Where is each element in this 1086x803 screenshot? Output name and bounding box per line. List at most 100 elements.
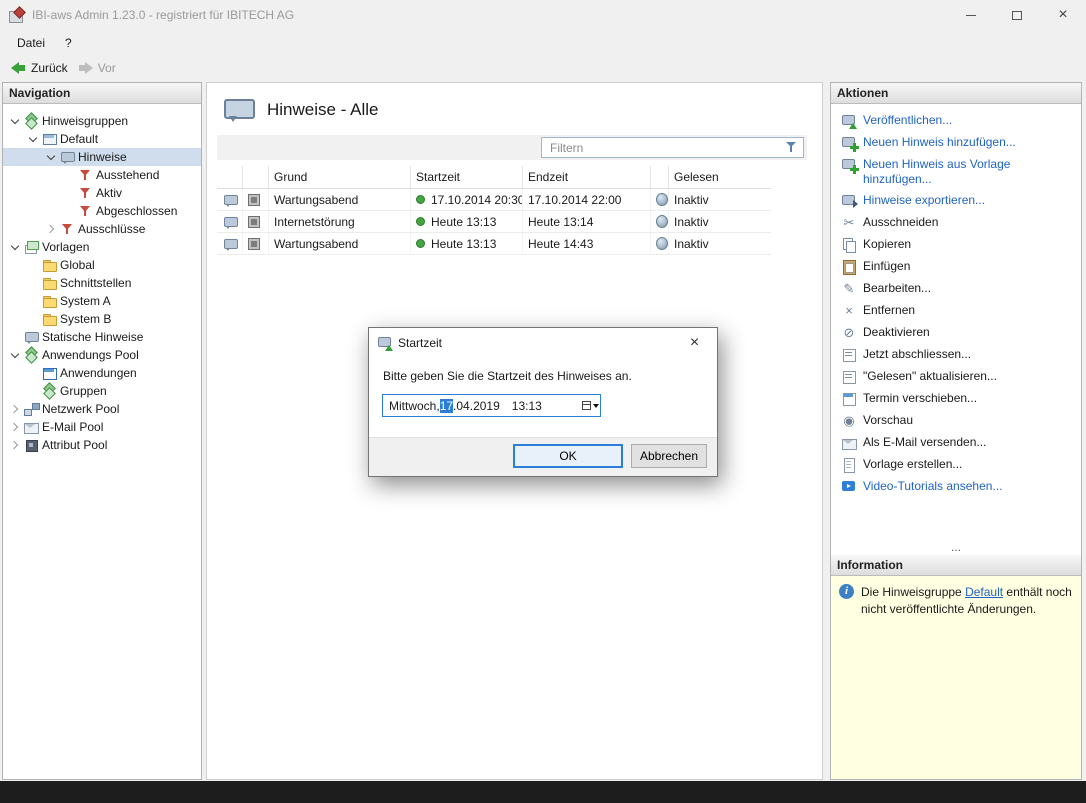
actions-list: Veröffentlichen... Neuen Hinweis hinzufü… <box>831 104 1081 555</box>
filter-funnel-icon[interactable] <box>786 142 798 153</box>
action-video-tutorials[interactable]: Video-Tutorials ansehen... <box>839 476 1075 498</box>
tree-item-label: Netzwerk Pool <box>42 402 119 416</box>
chevron-collapsed-icon[interactable] <box>7 437 23 453</box>
datetime-picker[interactable]: Mittwoch , 17.04.201913:13 <box>382 394 601 417</box>
chevron-expanded-icon[interactable] <box>7 239 23 255</box>
tree-item-abgeschlossen[interactable]: Abgeschlossen <box>3 202 201 220</box>
dialog-message: Bitte geben Sie die Startzeit des Hinwei… <box>369 357 717 383</box>
chevron-collapsed-icon[interactable] <box>7 401 23 417</box>
tree-item-system-a[interactable]: System A <box>3 292 201 310</box>
tree-item-hinweisgruppen[interactable]: Hinweisgruppen <box>3 112 201 130</box>
col-gelesen[interactable]: Gelesen <box>669 166 771 188</box>
col-startzeit[interactable]: Startzeit <box>411 166 523 188</box>
table-row[interactable]: Wartungsabend 17.10.2014 20:30 17.10.201… <box>217 189 771 211</box>
speech-bubble-icon <box>222 192 238 208</box>
tree-item-vorlagen[interactable]: Vorlagen <box>3 238 201 256</box>
row-app-cell <box>243 211 269 232</box>
tree-item-label: Hinweise <box>78 150 127 164</box>
col-endzeit[interactable]: Endzeit <box>523 166 651 188</box>
folder-icon <box>41 311 57 327</box>
actions-overflow[interactable]: ... <box>831 540 1081 554</box>
tree-item-netzwerk-pool[interactable]: Netzwerk Pool <box>3 400 201 418</box>
application-icon <box>248 194 260 206</box>
picker-weekday[interactable]: Mittwoch <box>389 399 436 413</box>
action-reschedule[interactable]: Termin verschieben... <box>839 388 1075 410</box>
picker-date-rest[interactable]: .04.2019 <box>453 399 500 413</box>
gelesen-cell: Inaktiv <box>669 189 771 210</box>
chevron-expanded-icon[interactable] <box>25 131 41 147</box>
gelesen-cell: Inaktiv <box>669 233 771 254</box>
menu-help[interactable]: ? <box>55 32 82 54</box>
tree-item-label: Attribut Pool <box>42 438 107 452</box>
action-cut[interactable]: ✂ Ausschneiden <box>839 212 1075 234</box>
startzeit-text: Heute 13:13 <box>431 237 496 251</box>
tree-item-default[interactable]: Default <box>3 130 201 148</box>
group-icon <box>41 383 57 399</box>
group-icon <box>23 113 39 129</box>
page-title: Hinweise - Alle <box>267 100 379 120</box>
maximize-icon <box>1012 11 1022 20</box>
action-create-template[interactable]: Vorlage erstellen... <box>839 454 1075 476</box>
minimize-button[interactable] <box>948 0 994 30</box>
forward-label: Vor <box>98 61 116 75</box>
tree-item-label: E-Mail Pool <box>42 420 103 434</box>
picker-dropdown-button[interactable] <box>580 395 600 416</box>
info-default-link[interactable]: Default <box>965 585 1003 599</box>
action-update-gelesen[interactable]: "Gelesen" aktualisieren... <box>839 366 1075 388</box>
picker-day-selected[interactable]: 17 <box>440 399 453 413</box>
tree-item-ausstehend[interactable]: Ausstehend <box>3 166 201 184</box>
chevron-expanded-icon[interactable] <box>7 113 23 129</box>
chevron-collapsed-icon[interactable] <box>43 221 59 237</box>
back-button[interactable]: Zurück <box>9 59 76 77</box>
action-label: Entfernen <box>863 303 1073 318</box>
tree-item-ausschluesse[interactable]: Ausschlüsse <box>3 220 201 238</box>
filter-input[interactable] <box>541 137 804 158</box>
forward-button[interactable]: Vor <box>76 59 124 77</box>
tree-item-system-b[interactable]: System B <box>3 310 201 328</box>
chevron-expanded-icon[interactable] <box>43 149 59 165</box>
tree-item-hinweise[interactable]: Hinweise <box>3 148 201 166</box>
action-deactivate[interactable]: ⊘ Deaktivieren <box>839 322 1075 344</box>
action-paste[interactable]: Einfügen <box>839 256 1075 278</box>
action-finish-now[interactable]: Jetzt abschliessen... <box>839 344 1075 366</box>
dialog-title-bar: Startzeit × <box>369 328 717 357</box>
dialog-close-button[interactable]: × <box>672 328 717 357</box>
picker-time[interactable]: 13:13 <box>512 399 542 413</box>
action-preview[interactable]: ◉ Vorschau <box>839 410 1075 432</box>
filter-funnel-icon <box>77 203 93 219</box>
close-button[interactable]: × <box>1040 0 1086 30</box>
tree-item-anwendungen[interactable]: Anwendungen <box>3 364 201 382</box>
ok-button[interactable]: OK <box>513 444 623 468</box>
tree-item-anwendungs-pool[interactable]: Anwendungs Pool <box>3 346 201 364</box>
preview-icon: ◉ <box>841 413 857 429</box>
chevron-collapsed-icon[interactable] <box>7 419 23 435</box>
col-grund[interactable]: Grund <box>269 166 411 188</box>
table-row[interactable]: Internetstörung Heute 13:13 Heute 13:14 … <box>217 211 771 233</box>
cancel-button[interactable]: Abbrechen <box>631 444 707 468</box>
action-remove[interactable]: × Entfernen <box>839 300 1075 322</box>
tree-item-aktiv[interactable]: Aktiv <box>3 184 201 202</box>
action-add-from-template[interactable]: Neuen Hinweis aus Vorlage hinzufügen... <box>839 154 1075 190</box>
action-add-hinweis[interactable]: Neuen Hinweis hinzufügen... <box>839 132 1075 154</box>
table-row[interactable]: Wartungsabend Heute 13:13 Heute 14:43 In… <box>217 233 771 255</box>
action-label: Einfügen <box>863 259 1073 274</box>
active-dot-icon <box>416 195 425 204</box>
menu-datei[interactable]: Datei <box>7 32 55 54</box>
tree-item-schnittstellen[interactable]: Schnittstellen <box>3 274 201 292</box>
action-edit[interactable]: ✎ Bearbeiten... <box>839 278 1075 300</box>
tree-item-gruppen[interactable]: Gruppen <box>3 382 201 400</box>
chevron-placeholder <box>61 203 77 219</box>
speech-bubble-icon <box>222 236 238 252</box>
tree-item-email-pool[interactable]: E-Mail Pool <box>3 418 201 436</box>
action-publish[interactable]: Veröffentlichen... <box>839 110 1075 132</box>
action-send-email[interactable]: Als E-Mail versenden... <box>839 432 1075 454</box>
chevron-expanded-icon[interactable] <box>7 347 23 363</box>
action-copy[interactable]: Kopieren <box>839 234 1075 256</box>
tree-item-attribut-pool[interactable]: Attribut Pool <box>3 436 201 454</box>
tree-item-global[interactable]: Global <box>3 256 201 274</box>
chevron-placeholder <box>25 311 41 327</box>
col-status-icon <box>651 166 669 188</box>
tree-item-statische-hinweise[interactable]: Statische Hinweise <box>3 328 201 346</box>
maximize-button[interactable] <box>994 0 1040 30</box>
action-export[interactable]: Hinweise exportieren... <box>839 190 1075 212</box>
